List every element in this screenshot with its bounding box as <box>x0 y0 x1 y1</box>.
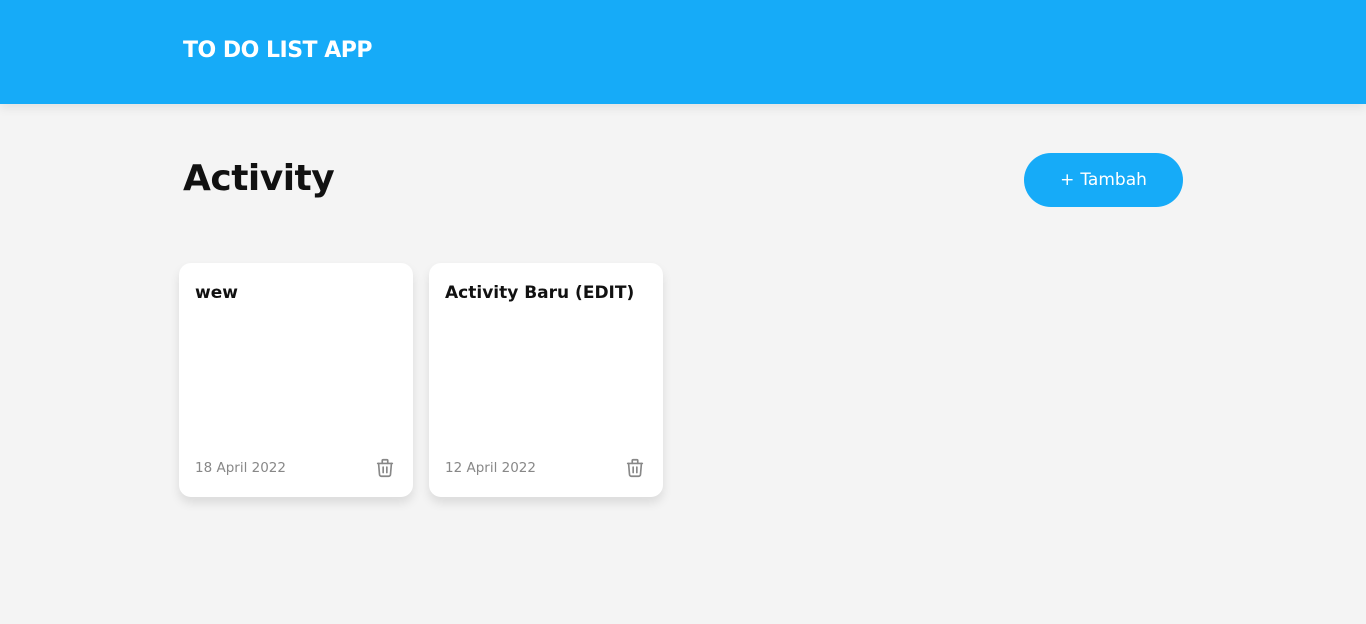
app-header: TO DO LIST APP <box>0 0 1366 104</box>
activity-card-footer: 12 April 2022 <box>445 457 647 479</box>
trash-icon[interactable] <box>623 456 647 480</box>
activity-card-footer: 18 April 2022 <box>195 457 397 479</box>
trash-icon[interactable] <box>373 456 397 480</box>
activity-card-title: wew <box>195 283 238 303</box>
page-title: Activity <box>183 158 335 199</box>
activity-card-title: Activity Baru (EDIT) <box>445 283 635 303</box>
activity-card-date: 18 April 2022 <box>195 460 286 476</box>
activity-card[interactable]: wew 18 April 2022 <box>179 263 413 497</box>
activity-card[interactable]: Activity Baru (EDIT) 12 April 2022 <box>429 263 663 497</box>
app-title: TO DO LIST APP <box>183 38 372 63</box>
add-activity-button[interactable]: + Tambah <box>1024 153 1183 207</box>
add-activity-button-label: Tambah <box>1080 170 1147 190</box>
activity-card-date: 12 April 2022 <box>445 460 536 476</box>
plus-icon: + <box>1060 170 1075 190</box>
